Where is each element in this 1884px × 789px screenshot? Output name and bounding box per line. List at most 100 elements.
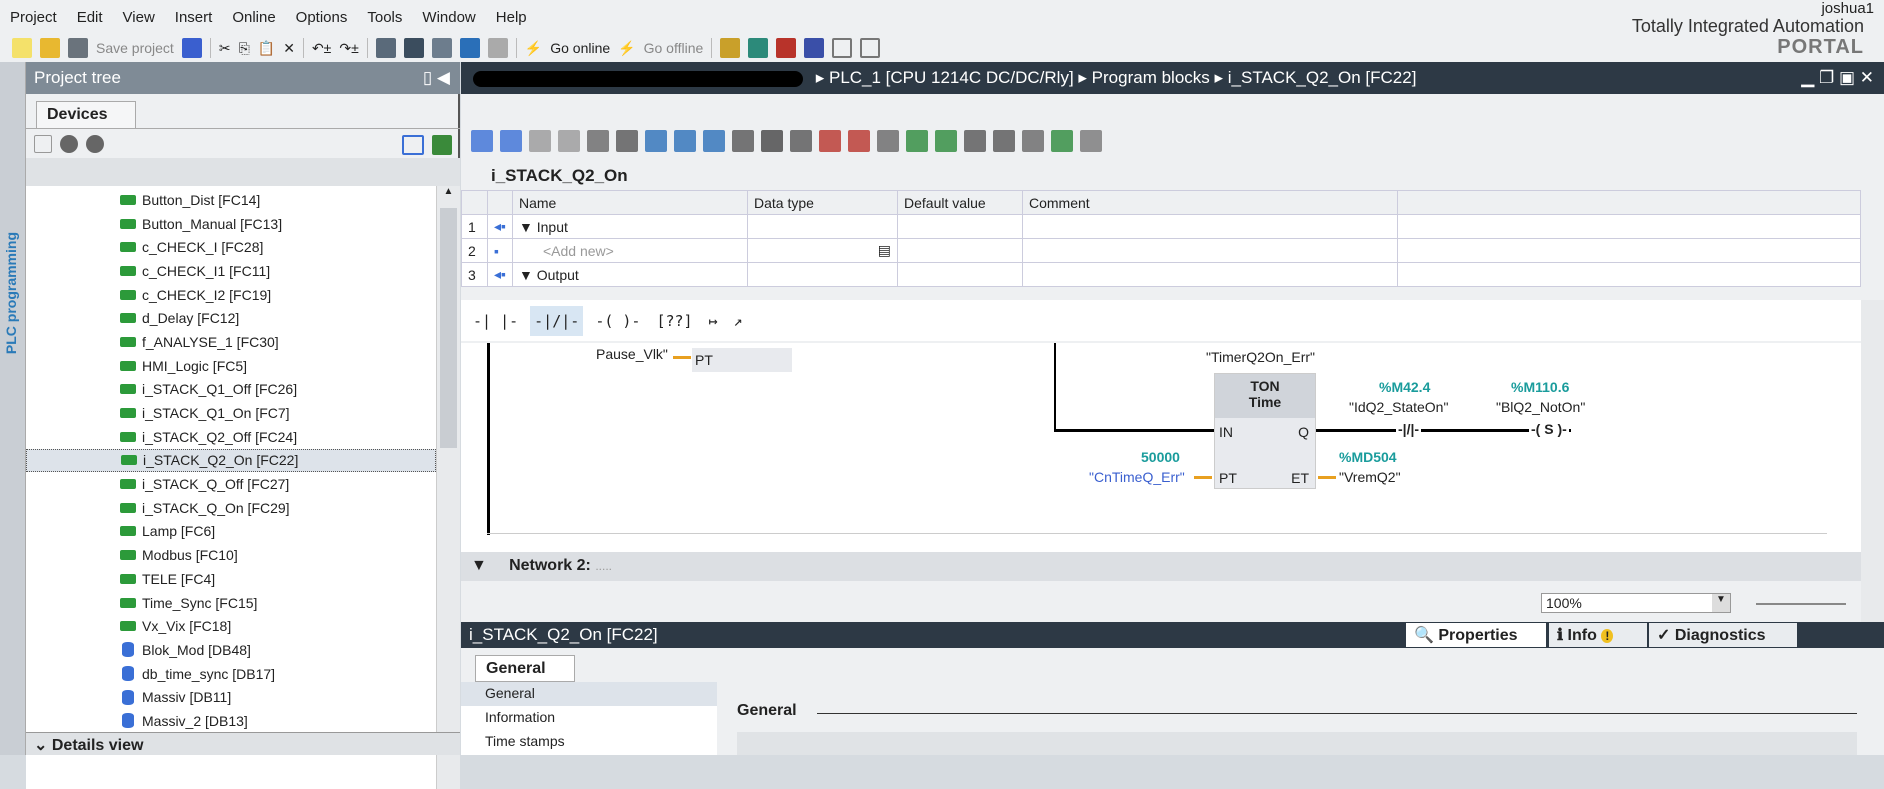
simulation-icon[interactable] <box>459 38 480 58</box>
block-tool-2-icon[interactable] <box>529 130 551 152</box>
tree-item[interactable]: Modbus [FC10] <box>26 543 436 567</box>
chevron-down-icon[interactable]: ▼ <box>1712 594 1730 612</box>
tree-item[interactable]: TELE [FC4] <box>26 567 436 591</box>
col-comment[interactable]: Comment <box>1022 190 1398 215</box>
cut-icon[interactable]: ✂ <box>219 40 231 57</box>
scroll-up-icon[interactable]: ▲ <box>437 186 460 206</box>
network-2-header[interactable]: ▼ Network 2: ..... <box>461 552 1861 581</box>
zoom-select[interactable]: 100% ▼ <box>1541 593 1731 613</box>
network-2-comment[interactable]: ..... <box>595 559 612 573</box>
scroll-thumb[interactable] <box>440 208 457 448</box>
pt-tag[interactable]: "CnTimeQ_Err" <box>1089 469 1185 485</box>
breadcrumb-program-blocks[interactable]: Program blocks <box>1092 68 1210 87</box>
upload-icon[interactable] <box>431 38 452 58</box>
block-tool-0-icon[interactable] <box>471 130 493 152</box>
table-row[interactable]: 3 ◂▪ ▼ Output <box>461 262 1861 287</box>
set-coil[interactable]: -( S )- <box>1529 421 1569 437</box>
split-vertical-icon[interactable] <box>860 38 881 58</box>
undo-icon[interactable]: ↶± <box>312 40 331 57</box>
open-project-icon[interactable] <box>40 38 60 58</box>
menu-options[interactable]: Options <box>296 9 348 26</box>
tree-item[interactable]: i_STACK_Q1_On [FC7] <box>26 401 436 425</box>
new-project-icon[interactable] <box>12 38 32 58</box>
coil-tag[interactable]: "BlQ2_NotOn" <box>1496 399 1585 415</box>
menu-insert[interactable]: Insert <box>175 9 213 26</box>
block-tool-9-icon[interactable] <box>732 130 754 152</box>
collapse-panel-icon[interactable]: ▯ ◀ <box>423 68 450 88</box>
save-icon[interactable] <box>68 38 88 58</box>
block-tool-13-icon[interactable] <box>848 130 870 152</box>
start-cpu-icon[interactable] <box>748 38 769 58</box>
save-project-button[interactable]: Save project <box>96 40 174 56</box>
new-folder-icon[interactable] <box>34 135 52 153</box>
cross-reference-icon[interactable] <box>804 38 825 58</box>
tab-info[interactable]: ℹ Info ! <box>1549 623 1647 647</box>
block-tool-18-icon[interactable] <box>993 130 1015 152</box>
plc-programming-strip[interactable]: PLC programming <box>0 62 26 755</box>
tree-item[interactable]: i_STACK_Q_On [FC29] <box>26 496 436 520</box>
delete-icon[interactable]: ✕ <box>283 40 295 57</box>
close-branch-button[interactable]: ↗ <box>730 306 747 336</box>
tree-options-icon[interactable] <box>432 135 452 155</box>
block-tool-21-icon[interactable] <box>1080 130 1102 152</box>
compile-icon[interactable] <box>375 38 396 58</box>
block-tool-19-icon[interactable] <box>1022 130 1044 152</box>
tree-item[interactable]: db_time_sync [DB17] <box>26 662 436 686</box>
ton-box[interactable]: TON Time IN Q PT ET <box>1214 373 1316 489</box>
tab-general[interactable]: General <box>475 655 575 682</box>
coil-button[interactable]: -( )- <box>591 306 644 336</box>
table-row[interactable]: 1 ◂▪ ▼ Input <box>461 214 1861 239</box>
contact-tag[interactable]: "IdQ2_StateOn" <box>1349 399 1448 415</box>
col-default-value[interactable]: Default value <box>897 190 1023 215</box>
block-tool-15-icon[interactable] <box>906 130 928 152</box>
menu-tools[interactable]: Tools <box>367 9 402 26</box>
tree-item[interactable]: Button_Manual [FC13] <box>26 212 436 236</box>
nc-contact-button[interactable]: -|/|- <box>530 305 584 336</box>
nc-contact[interactable]: -|/|- <box>1396 421 1422 437</box>
tree-scrollbar[interactable]: ▲ <box>436 186 460 789</box>
menu-window[interactable]: Window <box>422 9 475 26</box>
section-output[interactable]: Output <box>537 267 579 283</box>
paste-icon[interactable]: 📋 <box>258 40 275 57</box>
details-view[interactable]: ⌄ Details view <box>26 732 460 755</box>
prev-param[interactable]: Pause_Vlk" <box>596 346 668 362</box>
menu-help[interactable]: Help <box>496 9 527 26</box>
block-tool-1-icon[interactable] <box>500 130 522 152</box>
tree-item[interactable]: Massiv_2 [DB13] <box>26 709 436 733</box>
breadcrumb-block[interactable]: i_STACK_Q2_On [FC22] <box>1228 68 1417 87</box>
block-tool-7-icon[interactable] <box>674 130 696 152</box>
menu-edit[interactable]: Edit <box>77 9 103 26</box>
tree-item[interactable]: d_Delay [FC12] <box>26 306 436 330</box>
tree-item[interactable]: i_STACK_Q1_Off [FC26] <box>26 378 436 402</box>
go-online-button[interactable]: Go online <box>550 40 610 56</box>
tree-item[interactable]: HMI_Logic [FC5] <box>26 354 436 378</box>
nav-general[interactable]: General <box>461 682 717 706</box>
forward-icon[interactable] <box>86 135 104 153</box>
tree-item[interactable]: c_CHECK_I1 [FC11] <box>26 259 436 283</box>
zoom-slider[interactable] <box>1756 603 1846 605</box>
split-horizontal-icon[interactable] <box>832 38 853 58</box>
menu-project[interactable]: Project <box>10 9 57 26</box>
col-data-type[interactable]: Data type <box>747 190 898 215</box>
tree-item[interactable]: c_CHECK_I [FC28] <box>26 235 436 259</box>
tree-item[interactable]: Vx_Vix [FC18] <box>26 614 436 638</box>
tree-item[interactable]: f_ANALYSE_1 [FC30] <box>26 330 436 354</box>
block-tool-3-icon[interactable] <box>558 130 580 152</box>
nav-information[interactable]: Information <box>461 706 717 730</box>
block-tool-6-icon[interactable] <box>645 130 667 152</box>
menu-view[interactable]: View <box>123 9 155 26</box>
block-tool-14-icon[interactable] <box>877 130 899 152</box>
download-icon[interactable] <box>403 38 424 58</box>
table-row[interactable]: 2 ▪ <Add new> ▤ <box>461 238 1861 263</box>
col-name[interactable]: Name <box>512 190 748 215</box>
tree-item[interactable]: Lamp [FC6] <box>26 520 436 544</box>
open-branch-button[interactable]: ↦ <box>705 306 722 336</box>
block-tool-4-icon[interactable] <box>587 130 609 152</box>
tree-item[interactable]: i_STACK_Q2_On [FC22] <box>26 448 436 473</box>
tab-properties[interactable]: 🔍 Properties <box>1406 623 1546 647</box>
block-tool-20-icon[interactable] <box>1051 130 1073 152</box>
menu-online[interactable]: Online <box>232 9 275 26</box>
et-tag[interactable]: "VremQ2" <box>1339 469 1401 485</box>
tree-item[interactable]: Massiv [DB11] <box>26 685 436 709</box>
tree-item[interactable]: Button_Dist [FC14] <box>26 188 436 212</box>
